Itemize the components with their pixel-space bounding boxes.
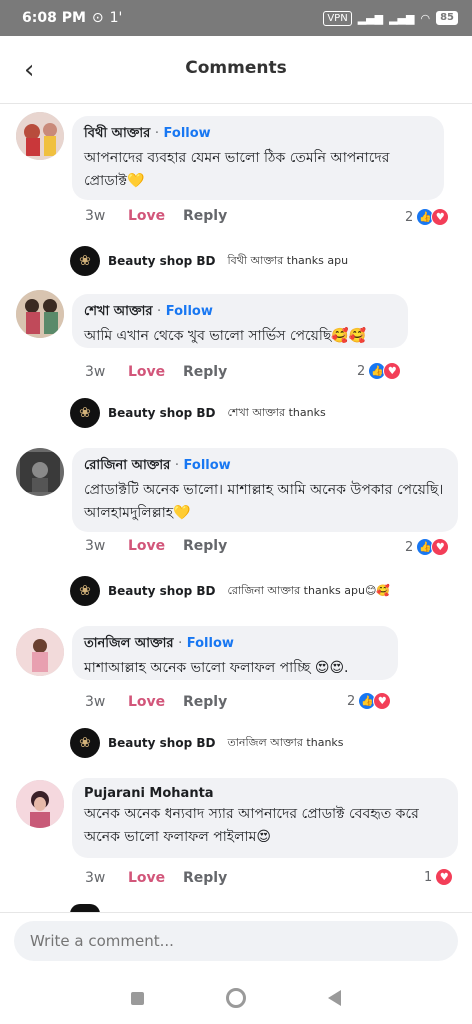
shop-avatar[interactable]: ❀	[70, 728, 100, 758]
reaction-count: 2	[405, 209, 414, 225]
avatar[interactable]	[16, 780, 64, 828]
reply-button[interactable]: Reply	[183, 538, 227, 554]
reaction-summary[interactable]: 2 👍 ♥	[405, 208, 450, 226]
clock: 6:08 PM	[22, 10, 86, 26]
love-button[interactable]: Love	[128, 694, 183, 710]
status-extra: 1'	[109, 10, 123, 26]
follow-button[interactable]: Follow	[184, 458, 231, 473]
comment-text: আমি এখান থেকে খুব ভালো সার্ভিস পেয়েছি🥰🥰	[84, 328, 367, 344]
reply-item: ❀ Beauty shop BD শেখা আক্তার thanks	[70, 398, 326, 428]
reply-text: বিথী আক্তার thanks apu	[227, 253, 349, 267]
heart-icon: ♥	[431, 538, 450, 556]
comment-bubble: Pujarani Mohanta অনেক অনেক ধন্যবাদ স্যার…	[72, 778, 458, 858]
reply-text: শেখা আক্তার thanks	[227, 405, 326, 419]
comment-composer	[0, 912, 472, 972]
reaction-count: 1	[424, 869, 433, 885]
comment-bubble: বিথী আক্তার · Follow আপনাদের ব্যবহার যেম…	[72, 116, 444, 200]
follow-button[interactable]: Follow	[166, 304, 213, 319]
reply-author[interactable]: Beauty shop BD	[108, 406, 215, 420]
reply-item: ❀ Beauty shop BD বিথী আক্তার thanks apu	[70, 246, 348, 276]
recents-icon[interactable]	[131, 991, 144, 1005]
comment-author[interactable]: তানজিল আক্তার	[84, 636, 174, 651]
love-button[interactable]: Love	[128, 364, 183, 380]
reply-button[interactable]: Reply	[183, 694, 227, 710]
signal-icon-2: ▂▄▆	[389, 11, 415, 25]
comment-age: 3w	[85, 694, 106, 710]
signal-icon: ▂▄▆	[357, 11, 384, 25]
love-button[interactable]: Love	[128, 870, 183, 886]
avatar[interactable]	[16, 290, 64, 338]
reply-author[interactable]: Beauty shop BD	[108, 736, 215, 750]
comment-actions: 3w Love Reply	[85, 694, 227, 710]
reply-button[interactable]: Reply	[183, 364, 227, 380]
comment-actions: 3w Love Reply	[85, 538, 227, 554]
comment-age: 3w	[85, 538, 106, 554]
comment-bubble: তানজিল আক্তার · Follow মাশাআল্লাহ অনেক ভ…	[72, 626, 398, 680]
reaction-summary[interactable]: 1 ♥	[424, 868, 454, 886]
comment-text: আপনাদের ব্যবহার যেমন ভালো ঠিক তেমনি আপনা…	[84, 150, 390, 189]
comment-input[interactable]	[14, 921, 458, 961]
comment-author[interactable]: Pujarani Mohanta	[84, 786, 214, 801]
comment-actions: 3w Love Reply	[85, 364, 227, 380]
shop-avatar[interactable]: ❀	[70, 246, 100, 276]
follow-button[interactable]: Follow	[164, 126, 211, 141]
comment-age: 3w	[85, 870, 106, 886]
reply-text: তানজিল আক্তার thanks	[227, 735, 344, 749]
reaction-summary[interactable]: 2 👍 ♥	[347, 692, 392, 710]
heart-icon: ♥	[431, 208, 450, 226]
comment-actions: 3w Love Reply	[85, 870, 227, 886]
heart-icon: ♥	[435, 868, 454, 886]
shop-avatar[interactable]: ❀	[70, 398, 100, 428]
top-bar: ‹ Comments	[0, 36, 472, 104]
comment-text: প্রোডাক্টটি অনেক ভালো। মাশাল্লাহ আমি অনে…	[84, 482, 444, 521]
comment-list[interactable]: বিথী আক্তার · Follow আপনাদের ব্যবহার যেম…	[0, 104, 472, 912]
comment-age: 3w	[85, 364, 106, 380]
heart-icon: ♥	[373, 692, 392, 710]
home-icon[interactable]	[226, 988, 246, 1008]
comment-bubble: রোজিনা আক্তার · Follow প্রোডাক্টটি অনেক …	[72, 448, 458, 532]
comment-actions: 3w Love Reply	[85, 208, 227, 224]
comment-age: 3w	[85, 208, 106, 224]
reply-button[interactable]: Reply	[183, 870, 227, 886]
wifi-icon: ◠	[420, 11, 431, 25]
love-button[interactable]: Love	[128, 208, 183, 224]
avatar[interactable]	[16, 628, 64, 676]
heart-icon: ♥	[383, 362, 402, 380]
comment-text: মাশাআল্লাহ অনেক ভালো ফলাফল পাচ্ছি 😍😍.	[84, 660, 349, 676]
reply-text: রোজিনা আক্তার thanks apu😊🥰	[227, 583, 391, 597]
reply-item: ❀ Beauty shop BD রোজিনা আক্তার thanks ap…	[70, 576, 390, 606]
comment-bubble: শেখা আক্তার · Follow আমি এখান থেকে খুব ভ…	[72, 294, 408, 348]
love-button[interactable]: Love	[128, 538, 183, 554]
back-nav-icon[interactable]	[328, 990, 341, 1006]
shop-avatar[interactable]: ❀	[70, 576, 100, 606]
reaction-count: 2	[357, 363, 366, 379]
battery-icon: 85	[436, 11, 458, 25]
comment-author[interactable]: বিথী আক্তার	[84, 126, 150, 141]
follow-button[interactable]: Follow	[187, 636, 234, 651]
reply-author[interactable]: Beauty shop BD	[108, 584, 215, 598]
comment-author[interactable]: শেখা আক্তার	[84, 304, 153, 319]
avatar[interactable]	[16, 112, 64, 160]
vpn-icon: VPN	[323, 10, 352, 26]
system-nav-bar	[0, 972, 472, 1024]
reply-button[interactable]: Reply	[183, 208, 227, 224]
reply-item: ❀ Beauty shop BD তানজিল আক্তার thanks	[70, 728, 344, 758]
reply-author[interactable]: Beauty shop BD	[108, 254, 215, 268]
comment-author[interactable]: রোজিনা আক্তার	[84, 458, 170, 473]
page-title: Comments	[185, 58, 287, 78]
status-bar: 6:08 PM ⊙ 1' VPN ▂▄▆ ▂▄▆ ◠ 85	[0, 0, 472, 36]
reaction-count: 2	[405, 539, 414, 555]
reaction-summary[interactable]: 2 👍 ♥	[405, 538, 450, 556]
avatar[interactable]	[16, 448, 64, 496]
shop-avatar	[70, 904, 100, 912]
data-saver-icon: ⊙	[91, 10, 104, 26]
reaction-summary[interactable]: 2 👍 ♥	[357, 362, 402, 380]
reaction-count: 2	[347, 693, 356, 709]
comment-text: অনেক অনেক ধন্যবাদ স্যার আপনাদের প্রোডাক্…	[84, 806, 419, 845]
